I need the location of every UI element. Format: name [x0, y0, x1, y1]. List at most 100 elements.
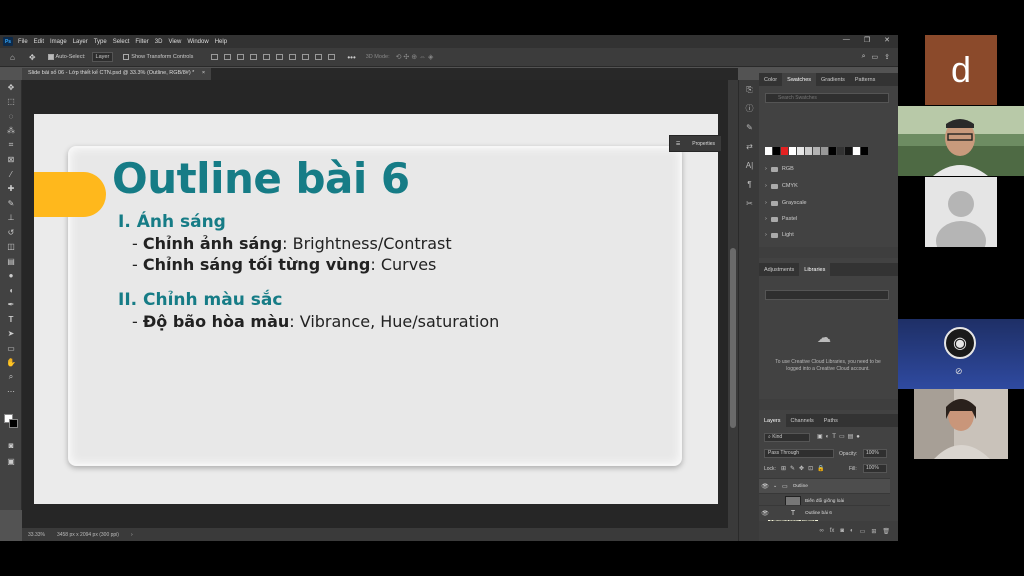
canvas-area[interactable]: Outline bài 6 I. Ánh sáng - Chỉnh ảnh sá…	[22, 80, 738, 530]
show-transform-toggle[interactable]: Show Transform Controls	[123, 54, 193, 60]
distribute-2-icon[interactable]	[302, 54, 310, 60]
move-tool-icon[interactable]: ✥	[29, 53, 36, 62]
color-swatch[interactable]	[765, 147, 772, 155]
opacity-value[interactable]: 100%	[863, 449, 887, 458]
menu-file[interactable]: File	[18, 39, 28, 45]
visibility-eye-icon[interactable]: 👁	[759, 510, 771, 517]
menu-view[interactable]: View	[168, 39, 181, 45]
swatches-search-input[interactable]: Search Swatches	[765, 93, 889, 103]
menu-select[interactable]: Select	[113, 39, 130, 45]
info-panel-icon[interactable]: ⓘ	[739, 99, 760, 118]
visibility-eye-icon[interactable]: 👁	[759, 483, 771, 490]
add-mask-icon[interactable]: ◙	[840, 528, 844, 534]
crop-tool-icon[interactable]: ⌗	[0, 138, 22, 153]
fx-icon[interactable]: fx	[830, 528, 835, 534]
align-center-icon[interactable]	[224, 54, 232, 60]
minimize-button[interactable]: —	[843, 36, 850, 44]
menu-type[interactable]: Type	[94, 39, 107, 45]
participant-tile[interactable]	[898, 177, 1024, 247]
brush-tool-icon[interactable]: ✎	[0, 196, 22, 211]
tab-patterns[interactable]: Patterns	[850, 73, 880, 86]
tab-swatches[interactable]: Swatches	[782, 73, 817, 86]
align-top-icon[interactable]	[250, 54, 258, 60]
eraser-tool-icon[interactable]: ◫	[0, 240, 22, 255]
menu-help[interactable]: Help	[215, 39, 227, 45]
paragraph-panel-icon[interactable]: ¶	[739, 175, 760, 194]
more-options-icon[interactable]: •••	[347, 53, 355, 62]
color-swatch[interactable]	[773, 147, 780, 155]
libraries-search-input[interactable]	[765, 290, 889, 300]
participant-video-tile[interactable]	[898, 106, 1024, 176]
delete-layer-icon[interactable]: 🗑	[882, 528, 890, 535]
scrollbar-thumb[interactable]	[730, 248, 736, 428]
swatch-folder[interactable]: › RGB	[765, 166, 794, 172]
restore-button[interactable]: ❐	[864, 36, 870, 44]
color-swatch[interactable]	[805, 147, 812, 155]
share-icon[interactable]: ⇪	[884, 53, 890, 61]
auto-select-checkbox[interactable]	[47, 54, 54, 60]
tab-adjustments[interactable]: Adjustments	[759, 263, 799, 276]
layer-row[interactable]: 👁 T Outline bài 6	[759, 505, 890, 520]
menu-edit[interactable]: Edit	[34, 39, 44, 45]
character-panel-icon[interactable]: A|	[739, 156, 760, 175]
color-swatch[interactable]	[797, 147, 804, 155]
show-transform-checkbox[interactable]	[123, 54, 130, 60]
canvas-vertical-scrollbar[interactable]	[728, 80, 738, 530]
color-swatch[interactable]	[853, 147, 860, 155]
link-layers-icon[interactable]: ∞	[819, 528, 823, 534]
zoom-level[interactable]: 33.33%	[28, 532, 45, 538]
menu-image[interactable]: Image	[50, 39, 67, 45]
frame-tool-icon[interactable]: ⊠	[0, 153, 22, 168]
color-swatch[interactable]	[837, 147, 844, 155]
color-swatch[interactable]	[813, 147, 820, 155]
shape-tool-icon[interactable]: ▭	[0, 341, 22, 356]
quick-select-tool-icon[interactable]: ⁂	[0, 124, 22, 139]
status-arrow-icon[interactable]: ›	[131, 532, 133, 538]
properties-button[interactable]: ☰ Properties	[669, 135, 722, 152]
close-tab-button[interactable]: ×	[202, 70, 205, 76]
tab-color[interactable]: Color	[759, 73, 782, 86]
menu-window[interactable]: Window	[187, 39, 208, 45]
menu-filter[interactable]: Filter	[135, 39, 148, 45]
color-swatch[interactable]	[789, 147, 796, 155]
adjust-icon[interactable]: ⇄	[739, 137, 760, 156]
fill-value[interactable]: 100%	[863, 464, 887, 473]
distribute-icon[interactable]	[289, 54, 297, 60]
align-bottom-icon[interactable]	[276, 54, 284, 60]
swatch-folder[interactable]: › Light	[765, 232, 794, 238]
new-group-icon[interactable]: ▭	[860, 528, 866, 535]
tab-channels[interactable]: Channels	[786, 414, 819, 427]
distribute-4-icon[interactable]	[328, 54, 336, 60]
expand-arrow-icon[interactable]: ⌄	[773, 484, 777, 489]
history-panel-icon[interactable]: ⎘	[739, 80, 760, 99]
eyedropper-tool-icon[interactable]: ⁄	[0, 167, 22, 182]
blur-tool-icon[interactable]: ●	[0, 269, 22, 284]
distribute-3-icon[interactable]	[315, 54, 323, 60]
tab-paths[interactable]: Paths	[819, 414, 843, 427]
swatch-folder[interactable]: › Grayscale	[765, 200, 807, 206]
healing-tool-icon[interactable]: ✚	[0, 182, 22, 197]
menu-layer[interactable]: Layer	[73, 39, 88, 45]
swatch-folder[interactable]: › Pastel	[765, 216, 797, 222]
history-brush-icon[interactable]: ↺	[0, 225, 22, 240]
color-swatch[interactable]	[829, 147, 836, 155]
path-select-tool-icon[interactable]: ➤	[0, 327, 22, 342]
swatch-folder[interactable]: › CMYK	[765, 183, 798, 189]
workspace-icon[interactable]: ▭	[872, 53, 879, 61]
align-right-icon[interactable]	[237, 54, 245, 60]
lock-icons[interactable]: ⊞✎✥⊡🔒	[781, 465, 829, 472]
align-middle-icon[interactable]	[263, 54, 271, 60]
screen-mode-icon[interactable]: ▣	[0, 454, 22, 469]
type-tool-icon[interactable]: T	[0, 312, 22, 327]
color-swatch[interactable]	[821, 147, 828, 155]
tab-layers[interactable]: Layers	[759, 414, 786, 427]
blend-mode-select[interactable]: Pass Through	[764, 449, 834, 458]
participant-video-tile[interactable]	[898, 389, 1024, 459]
layer-kind-filter[interactable]: ⌕ Kind	[764, 433, 810, 442]
move-tool-icon[interactable]: ✥	[0, 80, 22, 95]
more-tools-icon[interactable]: ⋯	[0, 385, 22, 400]
tab-gradients[interactable]: Gradients	[816, 73, 850, 86]
auto-select-toggle[interactable]: Auto-Select:	[47, 54, 86, 60]
menu-3d[interactable]: 3D	[155, 39, 163, 45]
search-icon[interactable]: ⌕	[862, 53, 866, 61]
